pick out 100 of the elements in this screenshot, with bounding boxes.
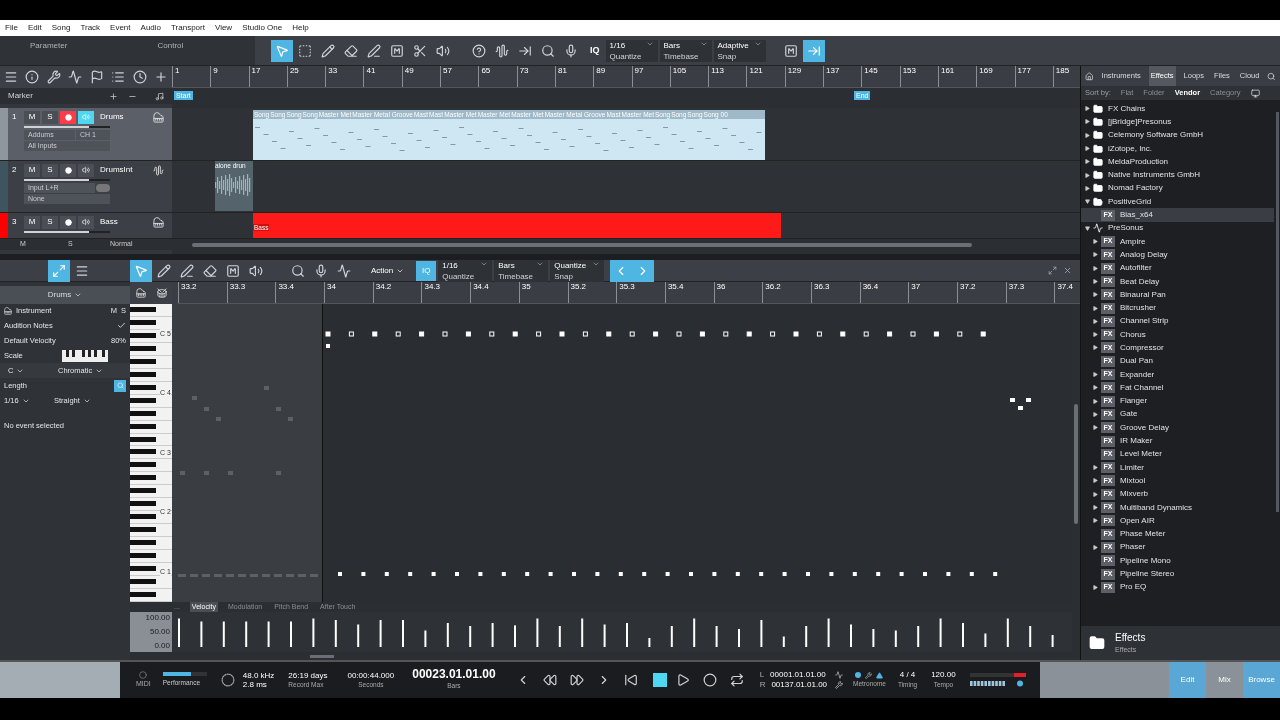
piano-key[interactable] <box>130 319 156 325</box>
menu-item[interactable]: File <box>5 22 18 34</box>
piano-key[interactable] <box>130 423 156 429</box>
expand-icon[interactable] <box>1093 239 1098 245</box>
monitor-button[interactable] <box>78 110 94 124</box>
toolbar-dropdown[interactable]: 1/16 Quantize <box>438 259 493 282</box>
wrench-icon[interactable] <box>865 671 873 679</box>
expand-icon[interactable] <box>1093 252 1098 258</box>
menu-item[interactable]: Event <box>110 22 131 34</box>
pointer-tool[interactable] <box>130 259 152 282</box>
expand-icon[interactable] <box>1085 119 1090 125</box>
solo-button[interactable]: S <box>42 215 58 229</box>
menu-item[interactable]: Track <box>80 22 101 34</box>
toolbar-dropdown[interactable]: Adaptive Snap <box>713 39 766 62</box>
monitor-button[interactable] <box>78 163 94 177</box>
piano-key[interactable] <box>130 397 156 403</box>
piano-key[interactable] <box>130 566 156 572</box>
vertical-scrollbar[interactable] <box>1074 404 1078 524</box>
expand-icon[interactable] <box>1093 305 1098 311</box>
toolbar-dropdown[interactable]: 1/16 Quantize <box>605 39 658 62</box>
loop-end-value[interactable]: 00137.01.01.00 <box>771 680 828 690</box>
horizontal-scrollbar[interactable] <box>192 242 972 247</box>
solo-button[interactable]: S <box>42 163 58 177</box>
browser-item[interactable]: PositiveGrid <box>1081 195 1274 209</box>
track-name[interactable]: Drums <box>100 111 151 123</box>
snap-on-button[interactable] <box>802 39 825 62</box>
expand-icon[interactable] <box>1093 345 1098 351</box>
audition-checkbox[interactable] <box>117 321 126 330</box>
horizontal-scrollbar[interactable] <box>310 654 334 658</box>
home-icon[interactable] <box>1085 71 1094 81</box>
browser-item[interactable]: FX Chains <box>1081 102 1274 116</box>
editor-ruler[interactable]: 33.2 33.3 33.4 34 34.2 34.3 34.4 35 35.2 35.3 35.4 36 36.2 36.3 36.4 37 37.2 37.3 37.4 <box>178 282 1080 304</box>
expand-icon[interactable] <box>1085 185 1090 191</box>
collapse-icon[interactable] <box>1085 225 1090 231</box>
add-icon[interactable] <box>109 91 118 101</box>
mute-button[interactable]: M <box>24 110 40 124</box>
expand-icon[interactable] <box>1093 385 1098 391</box>
expand-icon[interactable] <box>1085 159 1090 165</box>
expand-icon[interactable] <box>1093 465 1098 471</box>
action-menu[interactable]: Action <box>363 264 413 277</box>
time-signature[interactable]: 4 / 4 <box>899 670 916 680</box>
browser-item[interactable]: Nomad Factory <box>1081 181 1274 196</box>
quantize-length-button[interactable] <box>114 379 126 392</box>
close-icon[interactable] <box>1063 266 1072 275</box>
piano-key[interactable] <box>130 501 156 507</box>
menu-item[interactable]: Song <box>51 22 71 34</box>
parameter-dropdown[interactable]: Parameter <box>30 40 98 65</box>
piano-key[interactable] <box>130 358 156 364</box>
browser-item[interactable]: Celemony Software GmbH <box>1081 128 1274 142</box>
metronome-toggle[interactable] <box>855 672 862 679</box>
track-name[interactable]: DrumsInt <box>100 164 151 176</box>
piano-key[interactable] <box>130 553 156 559</box>
expand-icon[interactable] <box>1093 505 1098 511</box>
collapse-icon[interactable] <box>1085 199 1090 205</box>
expand-icon[interactable] <box>1093 425 1098 431</box>
record-arm-button[interactable] <box>60 163 76 177</box>
menu-item[interactable]: Audio <box>140 22 161 34</box>
expand-icon[interactable] <box>1093 318 1098 324</box>
metronome-icon[interactable] <box>876 671 884 679</box>
expand-icon[interactable] <box>1093 544 1098 550</box>
menu-item[interactable]: View <box>214 22 233 34</box>
piano-key[interactable] <box>130 462 156 468</box>
expand-icon[interactable] <box>1093 265 1098 271</box>
toolbar-dropdown[interactable]: Bars Timebase <box>494 259 549 282</box>
track-dropdown[interactable]: Drums <box>47 289 83 301</box>
browser-item[interactable]: Native Instruments GmbH <box>1081 168 1274 182</box>
piano-key[interactable] <box>130 449 156 455</box>
track-header[interactable]: 3 M S Bass <box>0 213 172 239</box>
timeline-ruler[interactable]: 1 9 17 25 33 41 49 57 65 73 81 89 97 105 113 121 129 137 145 153 161 169 177 185 <box>172 66 1080 88</box>
browser-item[interactable]: iZotope, Inc. <box>1081 141 1274 156</box>
expand-icon[interactable] <box>1093 292 1098 298</box>
menu-item[interactable]: Edit <box>27 22 42 34</box>
browser-item[interactable]: MeldaProduction <box>1081 155 1274 169</box>
expand-icon[interactable] <box>1085 106 1090 112</box>
expand-icon[interactable] <box>1085 132 1090 138</box>
pointer-tool[interactable] <box>271 39 293 62</box>
record-arm-button[interactable] <box>60 110 76 124</box>
expand-icon[interactable] <box>1093 332 1098 338</box>
stop-button[interactable] <box>652 673 667 687</box>
piano-key[interactable] <box>130 540 156 546</box>
search-icon[interactable] <box>1267 71 1276 81</box>
menu-item[interactable]: Help <box>292 22 309 34</box>
expand-icon[interactable] <box>1093 584 1098 590</box>
maximize-icon[interactable] <box>1048 266 1057 275</box>
mute-button[interactable]: M <box>24 215 40 229</box>
wrench-icon[interactable] <box>835 681 844 689</box>
toggle-icon[interactable] <box>96 184 110 192</box>
piano-key[interactable] <box>130 332 156 338</box>
view-icon[interactable] <box>1250 88 1260 98</box>
menu-item[interactable]: Transport <box>171 22 205 34</box>
browser-item[interactable]: PreSonus <box>1081 221 1274 235</box>
expand-icon[interactable] <box>1093 491 1098 497</box>
monitor-button[interactable] <box>78 215 94 229</box>
toolbar-dropdown[interactable]: Bars Timebase <box>659 39 712 62</box>
expand-icon[interactable] <box>1093 398 1098 404</box>
track-name[interactable]: Bass <box>100 216 151 228</box>
piano-key[interactable] <box>130 591 156 597</box>
record-arm-button[interactable] <box>60 215 76 229</box>
vertical-scrollbar[interactable] <box>1275 112 1279 512</box>
toolbar-dropdown[interactable]: Quantize Snap <box>550 259 605 282</box>
